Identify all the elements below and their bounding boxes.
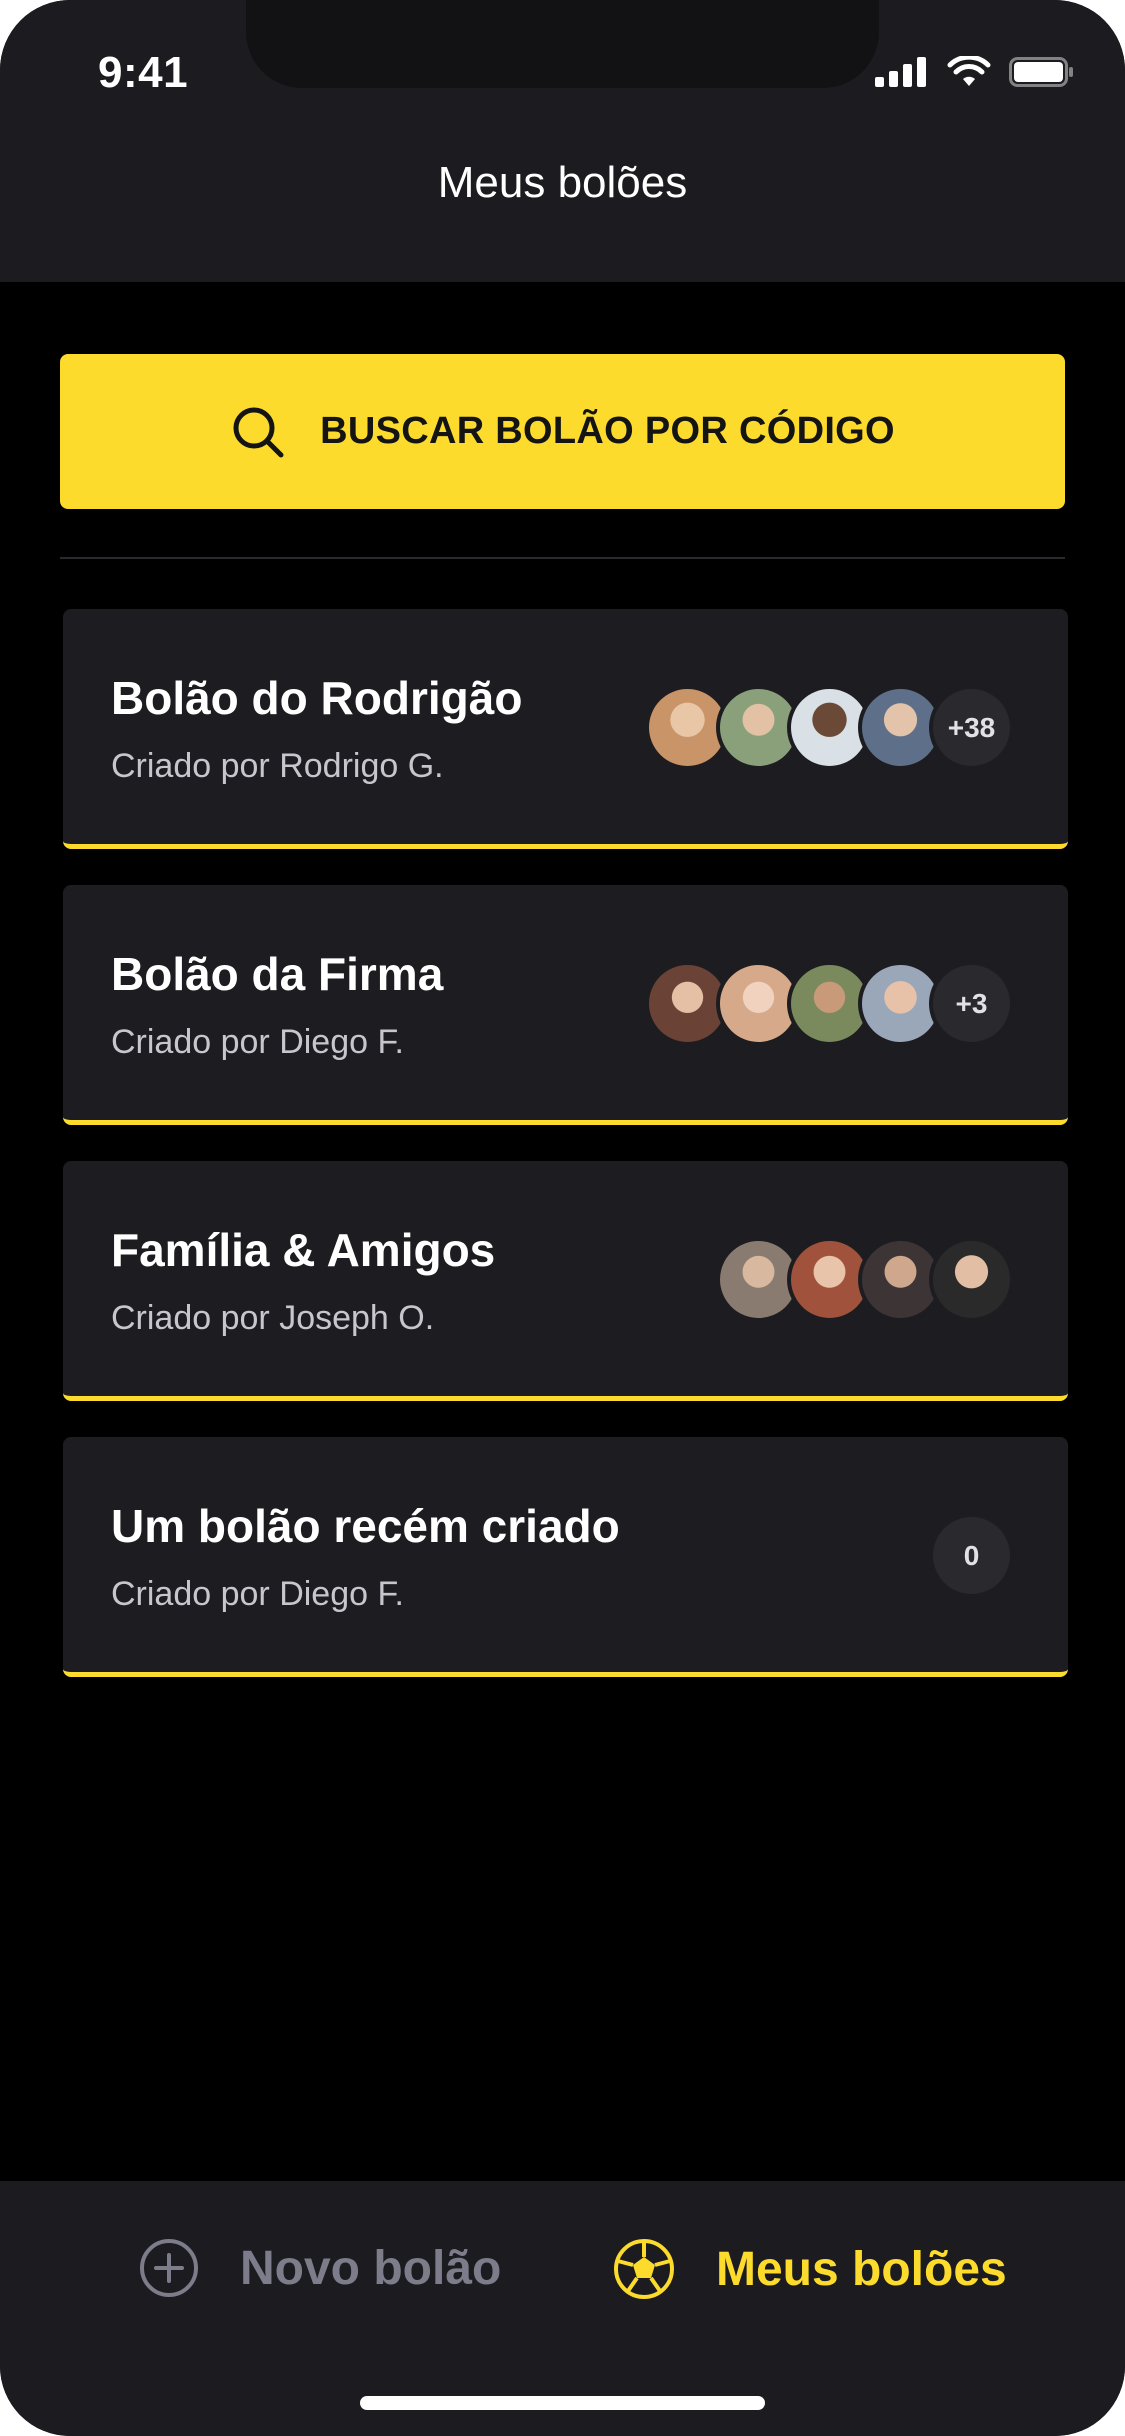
pool-creator: Criado por Diego F. [111,1023,404,1061]
participants-avatars [716,1237,1014,1322]
pool-card[interactable]: Família & Amigos Criado por Joseph O. [63,1161,1068,1401]
pool-card[interactable]: Bolão da Firma Criado por Diego F. +3 [63,885,1068,1125]
pool-creator: Criado por Rodrigo G. [111,747,444,785]
soccer-ball-icon [614,2239,674,2299]
pool-creator: Criado por Diego F. [111,1575,404,1613]
status-time: 9:41 [98,48,189,97]
app-header: 9:41 Meus bolões [0,0,1125,282]
phone-screen: 9:41 Meus bolões BUSCAR BOLÃO POR CÓDIGO… [0,0,1125,2436]
participants-count-badge: +3 [929,961,1014,1046]
pool-title: Bolão da Firma [111,948,444,1000]
battery-icon [1009,57,1073,87]
pool-card[interactable]: Um bolão recém criado Criado por Diego F… [63,1437,1068,1677]
pool-card[interactable]: Bolão do Rodrigão Criado por Rodrigo G. … [63,609,1068,849]
status-icons [875,56,1075,88]
device-notch [246,0,879,88]
search-pool-by-code-button[interactable]: BUSCAR BOLÃO POR CÓDIGO [60,354,1065,509]
plus-circle-icon [140,2239,198,2297]
participants-avatars: 0 [929,1513,1014,1598]
home-indicator [360,2396,765,2410]
tab-my-pools-label: Meus bolões [716,2242,1007,2296]
signal-icon [875,57,926,87]
avatar [929,1237,1014,1322]
search-icon [233,407,284,457]
pool-creator: Criado por Joseph O. [111,1299,435,1337]
participants-avatars: +38 [645,685,1014,770]
tab-my-pools[interactable]: Meus bolões [612,2237,1007,2301]
divider [60,557,1065,559]
pool-title: Família & Amigos [111,1224,496,1276]
wifi-icon [947,56,991,86]
tab-new-pool[interactable]: Novo bolão [138,2237,501,2299]
participants-avatars: +3 [645,961,1014,1046]
participants-count-badge: +38 [929,685,1014,770]
pool-title: Bolão do Rodrigão [111,672,523,724]
pool-title: Um bolão recém criado [111,1500,620,1552]
search-button-label: BUSCAR BOLÃO POR CÓDIGO [320,410,895,452]
tab-new-pool-label: Novo bolão [240,2241,502,2295]
page-title: Meus bolões [437,158,688,207]
participants-count-badge: 0 [929,1513,1014,1598]
